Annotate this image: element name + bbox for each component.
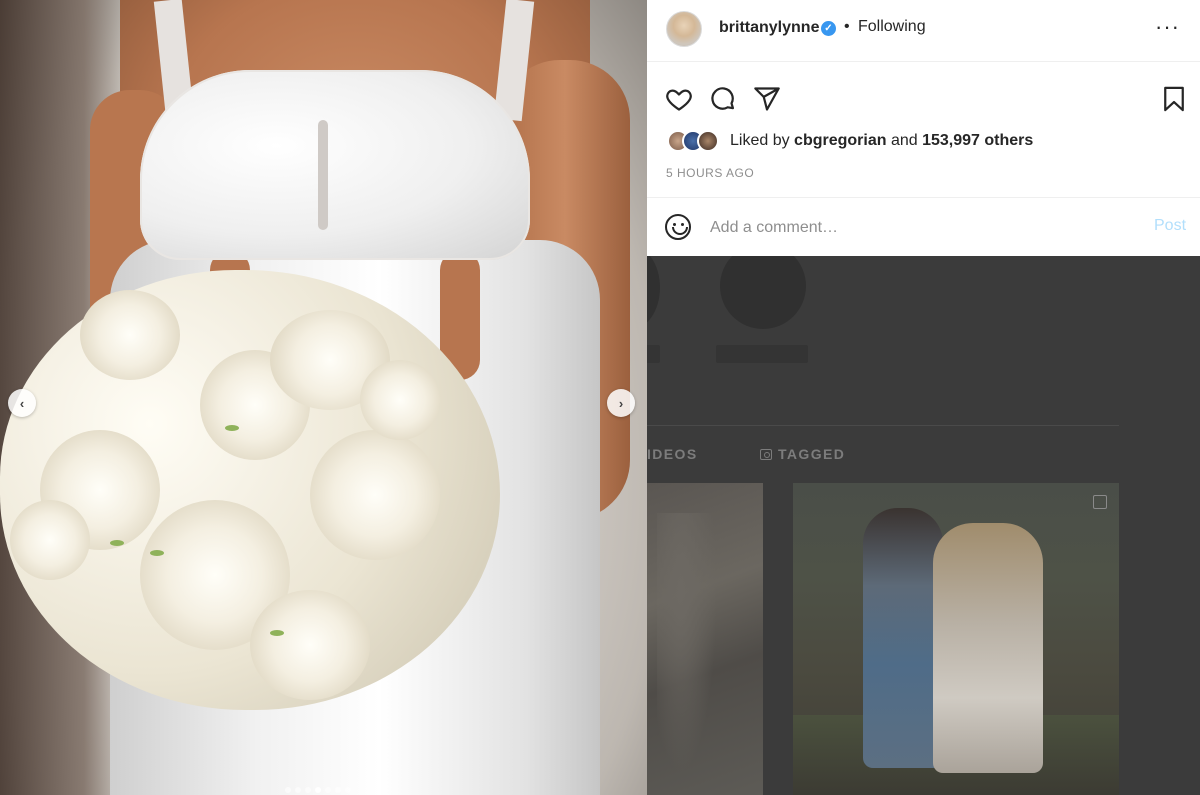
post-comment-button[interactable]: Post (1154, 217, 1186, 235)
more-icon[interactable]: ··· (1155, 14, 1180, 40)
bg-tab-videos[interactable]: IDEOS (647, 446, 698, 462)
separator-dot: • (844, 18, 850, 35)
post-header: brittanylynne ✓ • Following ··· (647, 0, 1200, 62)
emoji-icon[interactable] (665, 214, 691, 240)
likes-summary: Liked by cbgregorian and 153,997 others (667, 130, 1187, 154)
verified-icon: ✓ (821, 21, 836, 36)
chevron-right-icon: › (618, 395, 624, 411)
post-detail-panel: brittanylynne ✓ • Following ··· Liked by… (647, 0, 1200, 256)
post-photo: ‹ › (0, 0, 647, 795)
tag-icon (760, 448, 772, 460)
share-icon[interactable] (753, 85, 781, 113)
username-link[interactable]: brittanylynne (719, 19, 819, 37)
post-timestamp[interactable]: 5 HOURS AGO (666, 166, 754, 180)
carousel-next-button[interactable]: › (607, 389, 635, 417)
carousel-dot (305, 787, 311, 793)
carousel-dot (285, 787, 291, 793)
others-link[interactable]: 153,997 others (922, 132, 1033, 149)
profile-grid-post[interactable] (647, 483, 763, 795)
carousel-dot (345, 787, 351, 793)
likes-text: Liked by cbgregorian and 153,997 others (730, 132, 1034, 149)
carousel-dot (295, 787, 301, 793)
multi-post-icon (1093, 495, 1107, 509)
profile-grid-post[interactable] (793, 483, 1119, 795)
bg-tab-divider (647, 425, 1119, 426)
heart-icon[interactable] (665, 85, 693, 113)
carousel-prev-button[interactable]: ‹ (8, 389, 36, 417)
following-button[interactable]: Following (858, 18, 926, 36)
bookmark-icon[interactable] (1160, 85, 1188, 113)
carousel-dot (315, 787, 321, 793)
liker-avatar[interactable] (697, 130, 719, 152)
bg-tab-label: TAGGED (778, 446, 846, 462)
carousel-dots (285, 787, 351, 793)
carousel-dot (325, 787, 331, 793)
chevron-left-icon: ‹ (19, 395, 25, 411)
avatar[interactable] (666, 11, 702, 47)
comment-bar: Post (647, 197, 1200, 256)
carousel-dot (335, 787, 341, 793)
comment-input[interactable] (710, 216, 1110, 240)
liked-by-user-link[interactable]: cbgregorian (794, 132, 886, 149)
bg-highlight-label (716, 345, 808, 363)
comment-icon[interactable] (709, 85, 737, 113)
bg-tab-label: IDEOS (647, 446, 698, 462)
bg-tab-tagged[interactable]: TAGGED (760, 446, 845, 462)
